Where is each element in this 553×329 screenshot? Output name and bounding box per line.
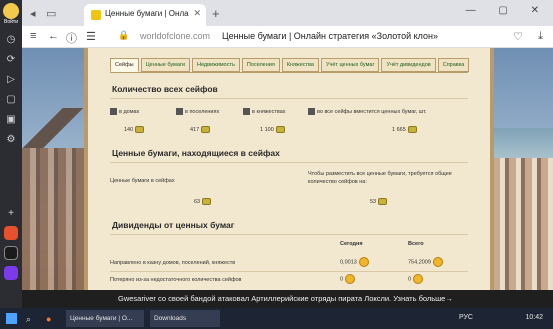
close-tab-icon[interactable]: ✕ [193,8,201,19]
safes-value-houses: 140 [124,126,145,133]
tabs-list-icon[interactable]: ▭ [46,7,56,20]
dividends-row-today: 0,0013 [340,257,369,267]
site-favicon [91,10,101,20]
safe-icon [243,108,250,115]
page-title-text[interactable]: Ценные бумаги | Онлайн стратегия «Золото… [222,31,438,41]
safes-value-principalities: 1 100 [260,126,285,133]
dividends-heading: Дивиденды от ценных бумаг [112,220,235,230]
tab-safes[interactable]: Сейфы [110,58,139,72]
app-icon-purple[interactable] [4,266,18,280]
securities-in-safes-value: 63 [194,198,212,205]
safes-value-settlements: 417 [190,126,211,133]
safes-category-settlements: в поселениях [176,108,219,115]
safes-needed-label: Чтобы разместить все ценные бумаги, треб… [308,171,452,185]
taskbar: ⌕ ● Ценные бумаги | О... Downloads РУС 1… [0,308,553,329]
safe-icon [308,108,315,115]
new-tab-icon[interactable]: + [212,6,220,21]
collections-icon[interactable]: ▣ [5,114,17,126]
city-background-right [493,128,553,308]
settings-icon[interactable]: ⚙ [5,134,17,146]
dividends-row-today: 0 [340,274,356,284]
safe-icon [176,108,183,115]
refresh-icon[interactable]: ⟳ [5,54,17,66]
search-icon[interactable]: ⌕ [26,314,31,325]
app-icon-orange[interactable] [4,226,18,240]
safes-category-principalities: в княжествах [243,108,286,115]
tabs-divider [110,72,468,73]
safes-value-capacity: 1 665 [392,126,417,133]
news-ticker[interactable]: Gwesariver со своей бандой атаковал Арти… [22,290,553,308]
profile-avatar[interactable] [3,3,19,19]
divider [110,98,468,99]
app-icon-dark[interactable] [4,246,18,260]
securities-icon [275,126,285,133]
dividends-row-total: 0 [408,274,424,284]
history-icon[interactable]: ◷ [5,34,17,46]
safes-category-houses: в домах [110,108,139,115]
web-page: Сейфы Ценные бумаги Недвижимость Поселен… [22,48,553,308]
back-icon[interactable]: ← [48,30,59,42]
taskbar-item-browser[interactable]: Ценные бумаги | О... [66,310,144,327]
dividends-row-label: Направлено в казну домов, поселений, кня… [110,260,236,266]
firefox-icon[interactable]: ● [46,314,51,324]
safes-needed-value: 53 [370,198,388,205]
divider [110,271,468,272]
safes-heading: Количество всех сейфов [112,84,218,94]
securities-icon [407,126,417,133]
securities-icon [135,126,145,133]
divider [110,162,468,163]
menu-icon[interactable]: ≡ [30,30,36,42]
dividends-col-total: Всего [408,241,424,247]
bookmark-icon[interactable]: ♡ [513,30,523,43]
download-icon[interactable]: ⤓ [538,30,543,43]
input-language[interactable]: РУС [459,314,473,321]
windows-start-icon[interactable] [6,313,17,324]
securities-icon [202,198,212,205]
add-icon[interactable]: + [5,208,17,220]
browser-tab-active[interactable]: Ценные бумаги | Онла ✕ [84,4,206,26]
tab-title: Ценные бумаги | Онла [105,9,189,18]
content-tabs: Сейфы Ценные бумаги Недвижимость Поселен… [110,58,471,72]
bookmarks-icon[interactable]: ▢ [5,94,17,106]
tab-principalities[interactable]: Княжества [281,58,319,72]
parchment-panel: Сейфы Ценные бумаги Недвижимость Поселен… [84,48,494,308]
tabs-back-icon[interactable]: ◂ [30,7,36,20]
securities-heading: Ценные бумаги, находящиеся в сейфах [112,148,280,158]
gold-coin-icon [432,257,443,267]
safes-category-capacity: во все сейфы вместится ценных бумаг, шт. [308,108,427,115]
browser-sidebar: Войти ◷ ⟳ ▷ ▢ ▣ ⚙ + [0,0,22,329]
lock-icon[interactable]: 🔒 [118,30,129,41]
reload-icon[interactable]: ⓘ [66,30,77,46]
clock[interactable]: 10:42 [525,314,543,321]
play-icon[interactable]: ▷ [5,74,17,86]
gold-coin-icon [358,257,369,267]
safe-icon [110,108,117,115]
tab-help[interactable]: Справка [437,58,470,72]
tab-settlements[interactable]: Поселения [241,58,280,72]
window-controls[interactable]: — ▢ ✕ [466,5,549,16]
gold-coin-icon [345,274,356,284]
tab-real-estate[interactable]: Недвижимость [191,58,240,72]
securities-icon [378,198,388,205]
taskbar-item-downloads[interactable]: Downloads [150,310,220,327]
city-background-left [22,108,84,308]
tab-dividends-ledger[interactable]: Учёт дивидендов [381,58,436,72]
tab-securities[interactable]: Ценные бумаги [140,58,190,72]
gold-coin-icon [413,274,424,284]
url-text[interactable]: worldofclone.com [140,31,210,41]
profile-label[interactable]: Войти [1,19,21,25]
tab-securities-ledger[interactable]: Учёт ценных бумаг [320,58,380,72]
securities-in-safes-label: Ценные бумаги в сейфах [110,178,175,184]
address-bar: ≡ ← ⓘ ☰ 🔒 worldofclone.com Ценные бумаги… [22,26,553,48]
dividends-col-today: Сегодня [340,241,363,247]
history-icon[interactable]: ☰ [86,30,96,43]
divider [110,234,468,235]
dividends-row-total: 754,2009 [408,257,443,267]
dividends-row-label: Потеряно из-за недостаточного количества… [110,277,242,283]
securities-icon [201,126,211,133]
tab-strip: ◂ ▭ Ценные бумаги | Онла ✕ + — ▢ ✕ [22,0,553,26]
ticker-text[interactable]: Gwesariver со своей бандой атаковал Арти… [118,294,453,303]
